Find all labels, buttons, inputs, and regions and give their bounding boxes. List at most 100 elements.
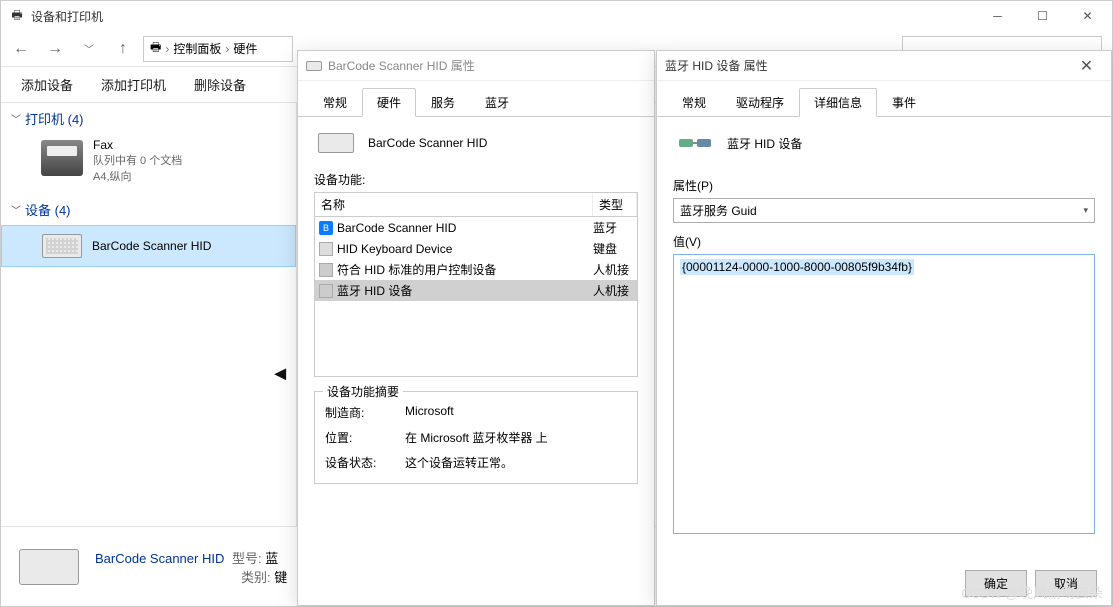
printers-group-header[interactable]: ﹀ 打印机 (4)	[1, 103, 296, 134]
status-label: 设备状态:	[325, 454, 405, 471]
dlg2-title: 蓝牙 HID 设备 属性	[665, 57, 1064, 74]
breadcrumb-icon: 🖶	[150, 38, 161, 59]
device-functions-label: 设备功能:	[314, 167, 638, 192]
detail-type-label: 型号:	[232, 551, 262, 566]
detail-type-value: 蓝	[265, 551, 278, 566]
row-type: 人机接	[593, 282, 633, 299]
device-functions-list[interactable]: B BarCode Scanner HID 蓝牙 HID Keyboard Devic…	[314, 217, 638, 377]
printer-item-fax[interactable]: Fax 队列中有 0 个文档 A4,纵向	[1, 134, 296, 194]
tab-details[interactable]: 详细信息	[799, 88, 877, 117]
property-value-text: 蓝牙服务 Guid	[680, 202, 757, 219]
printer-queue: 队列中有 0 个文档	[93, 152, 182, 168]
row-name: BarCode Scanner HID	[337, 221, 456, 235]
table-row[interactable]: HID Keyboard Device 键盘	[315, 238, 637, 259]
dlg2-titlebar: 蓝牙 HID 设备 属性 ✕	[657, 51, 1111, 81]
keyboard-icon	[319, 242, 333, 256]
dlg2-device-name: 蓝牙 HID 设备	[727, 135, 802, 152]
value-listbox[interactable]: {00001124-0000-1000-8000-00805f9b34fb}	[673, 254, 1095, 534]
printer-paper: A4,纵向	[93, 168, 182, 184]
explorer-title: 设备和打印机	[31, 8, 975, 25]
property-label: 属性(P)	[673, 177, 1095, 194]
location-value: 在 Microsoft 蓝牙枚举器 上	[405, 429, 548, 446]
barcode-properties-dialog: BarCode Scanner HID 属性 常规 硬件 服务 蓝牙 BarCo…	[297, 50, 655, 606]
vendor-value: Microsoft	[405, 404, 454, 421]
table-header: 名称 类型	[314, 192, 638, 217]
minimize-button[interactable]: ─	[975, 2, 1020, 30]
dlg1-device-name: BarCode Scanner HID	[368, 136, 487, 150]
chevron-right-icon: ›	[165, 42, 169, 56]
bluetooth-hid-properties-dialog: 蓝牙 HID 设备 属性 ✕ 常规 驱动程序 详细信息 事件 蓝牙 HID 设备…	[656, 50, 1112, 606]
dialog-buttons: 确定 取消	[965, 570, 1097, 597]
maximize-button[interactable]: ☐	[1020, 2, 1065, 30]
vendor-label: 制造商:	[325, 404, 405, 421]
breadcrumb-part-2[interactable]: 硬件	[233, 40, 257, 57]
cancel-button[interactable]: 取消	[1035, 570, 1097, 597]
hid-icon	[319, 284, 333, 298]
device-item-barcode[interactable]: BarCode Scanner HID	[1, 225, 296, 267]
breadcrumb-part-1[interactable]: 控制面板	[173, 40, 221, 57]
row-name: 符合 HID 标准的用户控制设备	[337, 261, 496, 278]
remove-device-button[interactable]: 删除设备	[194, 75, 246, 94]
ok-button[interactable]: 确定	[965, 570, 1027, 597]
tab-events[interactable]: 事件	[877, 88, 931, 117]
chevron-right-icon: ›	[225, 42, 229, 56]
table-row[interactable]: 蓝牙 HID 设备 人机接	[315, 280, 637, 301]
bluetooth-icon: B	[319, 221, 333, 235]
tab-general[interactable]: 常规	[308, 88, 362, 117]
devices-icon: 🖶	[9, 8, 25, 24]
dlg1-title: BarCode Scanner HID 属性	[328, 57, 652, 74]
row-type: 蓝牙	[593, 219, 633, 236]
tab-general[interactable]: 常规	[667, 88, 721, 117]
table-row[interactable]: 符合 HID 标准的用户控制设备 人机接	[315, 259, 637, 280]
tab-service[interactable]: 服务	[416, 88, 470, 117]
breadcrumb[interactable]: 🖶 › 控制面板 › 硬件	[143, 36, 293, 62]
keyboard-icon	[306, 58, 322, 74]
dlg1-tabs: 常规 硬件 服务 蓝牙	[298, 81, 654, 117]
col-name[interactable]: 名称	[315, 193, 593, 216]
back-button[interactable]: ←	[7, 35, 35, 63]
up-button[interactable]: ↑	[109, 35, 137, 63]
tab-driver[interactable]: 驱动程序	[721, 88, 799, 117]
dlg1-titlebar: BarCode Scanner HID 属性	[298, 51, 654, 81]
detail-device-name: BarCode Scanner HID	[95, 551, 224, 566]
value-item[interactable]: {00001124-0000-1000-8000-00805f9b34fb}	[680, 259, 914, 275]
keyboard-icon	[42, 234, 82, 258]
row-type: 人机接	[593, 261, 633, 278]
row-type: 键盘	[593, 240, 633, 257]
keyboard-icon	[318, 133, 354, 153]
col-type[interactable]: 类型	[593, 193, 637, 216]
hid-device-icon	[677, 133, 713, 153]
location-label: 位置:	[325, 429, 405, 446]
summary-legend: 设备功能摘要	[323, 383, 403, 400]
row-name: 蓝牙 HID 设备	[337, 282, 412, 299]
tab-bluetooth[interactable]: 蓝牙	[470, 88, 524, 117]
property-combobox[interactable]: 蓝牙服务 Guid ▾	[673, 198, 1095, 223]
detail-cat-value: 键	[274, 570, 287, 585]
device-summary-group: 设备功能摘要 制造商:Microsoft 位置:在 Microsoft 蓝牙枚举…	[314, 391, 638, 484]
status-value: 这个设备运转正常。	[405, 454, 513, 471]
add-device-button[interactable]: 添加设备	[21, 75, 73, 94]
arrow-annotation-icon: ◄	[270, 363, 290, 386]
printers-group-label: 打印机 (4)	[25, 109, 84, 128]
devices-group-label: 设备 (4)	[25, 200, 71, 219]
forward-button[interactable]: →	[41, 35, 69, 63]
recent-dropdown[interactable]: ﹀	[75, 35, 103, 63]
chevron-down-icon: ﹀	[11, 111, 21, 126]
tab-hardware[interactable]: 硬件	[362, 88, 416, 117]
printer-name: Fax	[93, 138, 182, 152]
printer-icon	[41, 140, 83, 176]
dlg1-body: BarCode Scanner HID 设备功能: 名称 类型 B BarCode…	[298, 117, 654, 496]
hid-icon	[319, 263, 333, 277]
dlg2-body: 蓝牙 HID 设备 属性(P) 蓝牙服务 Guid ▾ 值(V) {000011…	[657, 117, 1111, 546]
chevron-down-icon: ﹀	[11, 202, 21, 217]
close-button[interactable]: ✕	[1064, 52, 1109, 80]
device-name: BarCode Scanner HID	[92, 239, 211, 253]
close-button[interactable]: ✕	[1065, 2, 1110, 30]
devices-group-header[interactable]: ﹀ 设备 (4)	[1, 194, 296, 225]
detail-cat-label: 类别:	[241, 570, 271, 585]
table-row[interactable]: B BarCode Scanner HID 蓝牙	[315, 217, 637, 238]
row-name: HID Keyboard Device	[337, 242, 452, 256]
add-printer-button[interactable]: 添加打印机	[101, 75, 166, 94]
explorer-titlebar: 🖶 设备和打印机 ─ ☐ ✕	[1, 1, 1112, 31]
chevron-down-icon: ▾	[1083, 205, 1088, 216]
